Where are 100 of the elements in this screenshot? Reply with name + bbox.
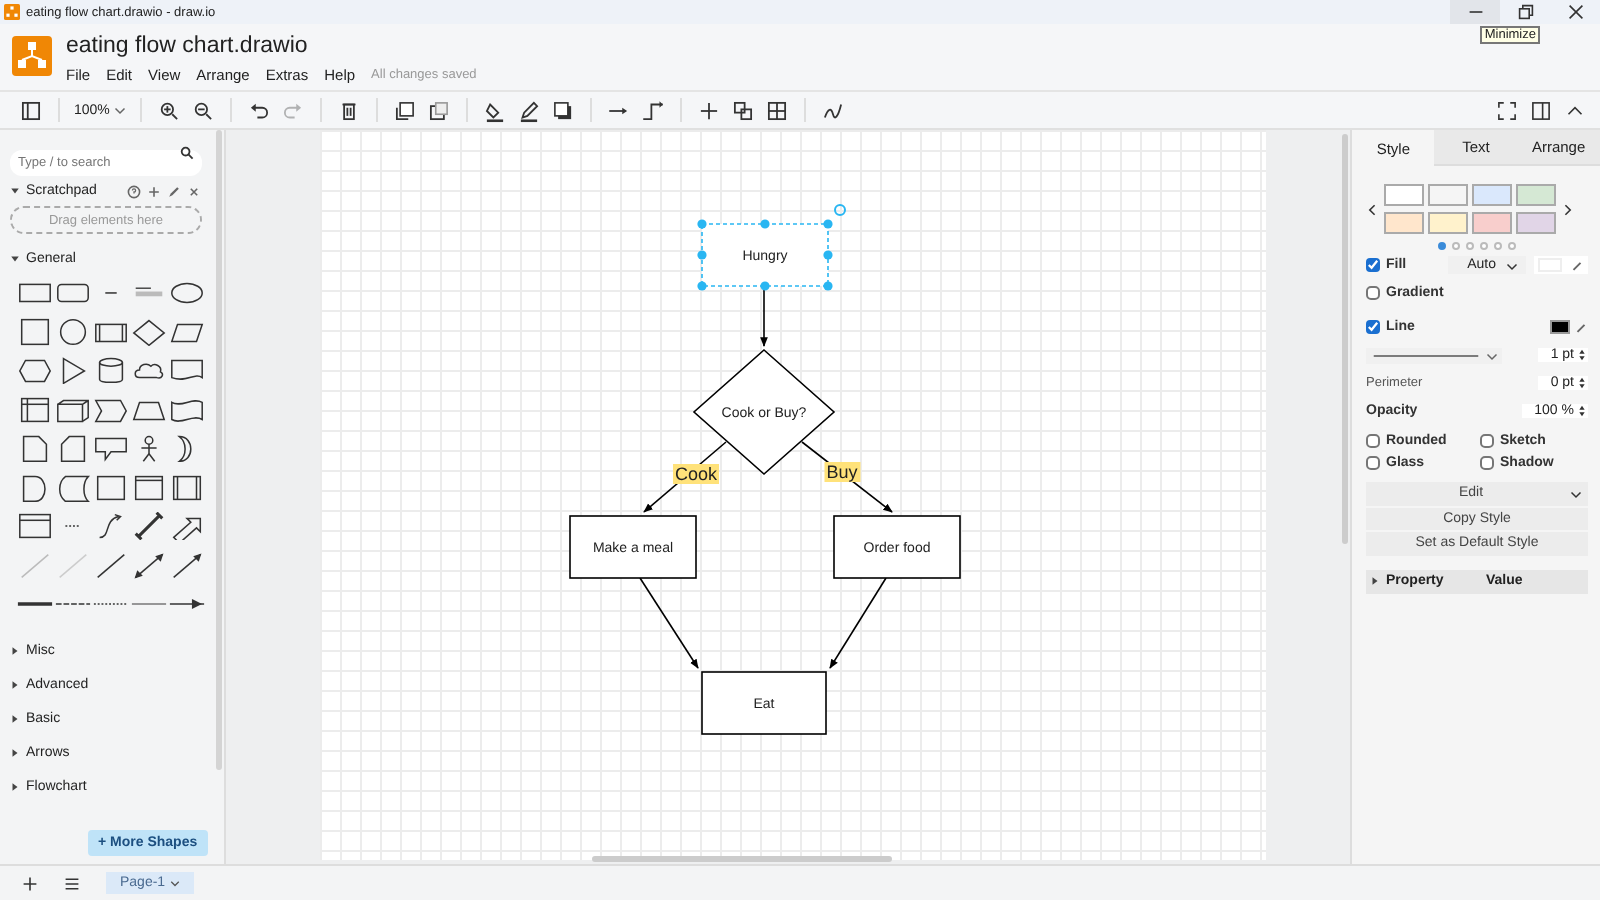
line-color-field[interactable] (1550, 320, 1570, 334)
chevron-left-icon[interactable] (1368, 201, 1378, 217)
callout-shape-icon[interactable] (92, 434, 130, 462)
help-icon[interactable] (126, 183, 142, 199)
table-icon[interactable] (763, 97, 790, 123)
step-shape-icon[interactable] (92, 395, 130, 423)
shadow-icon[interactable] (549, 97, 576, 123)
checkbox[interactable] (1366, 258, 1380, 272)
page-dot[interactable] (1493, 242, 1501, 250)
color-swatch[interactable] (1428, 184, 1468, 206)
double-arrow-shape-icon[interactable] (130, 512, 168, 540)
ellipse-shape-icon[interactable] (168, 278, 206, 306)
pencil-icon[interactable] (515, 97, 542, 123)
hexagon-shape-icon[interactable] (16, 356, 54, 384)
checkbox[interactable] (1480, 456, 1494, 470)
cube-shape-icon[interactable] (54, 395, 92, 423)
plus-icon[interactable] (695, 97, 722, 123)
fullscreen-icon[interactable] (1494, 97, 1520, 123)
checkbox[interactable] (1366, 434, 1380, 448)
diamond-shape-icon[interactable] (130, 317, 168, 345)
block-arrow-shape-icon[interactable] (168, 512, 206, 540)
close-icon (1567, 4, 1583, 20)
logo-icon (12, 36, 52, 76)
container-shape-icon[interactable] (92, 473, 130, 501)
caret-icon (1506, 259, 1518, 271)
document-shape-icon[interactable] (168, 356, 206, 384)
plus-icon[interactable] (22, 875, 38, 891)
process-node[interactable] (833, 515, 961, 579)
spinner-arrows-icon (1578, 404, 1586, 418)
caret-icon (1486, 349, 1498, 361)
list-shape-icon[interactable] (16, 512, 54, 540)
shapes-icon[interactable] (729, 97, 756, 123)
caret-icon (10, 254, 20, 264)
checkbox[interactable] (1366, 320, 1380, 334)
line-style-dropdown[interactable] (1366, 347, 1502, 363)
connector-arrow[interactable] (760, 285, 768, 347)
rectangle-shape-icon[interactable] (16, 278, 54, 306)
page-dot[interactable] (1437, 242, 1445, 250)
tape-shape-icon[interactable] (168, 395, 206, 423)
caret-icon (113, 104, 126, 116)
spinner-arrows-icon (1578, 376, 1586, 390)
caret-icon (1570, 487, 1582, 500)
selection-handles[interactable] (697, 204, 846, 291)
page-dot[interactable] (1451, 242, 1459, 250)
caret-icon (169, 878, 180, 888)
color-swatch[interactable] (1472, 184, 1512, 206)
color-swatch[interactable] (1384, 184, 1424, 206)
close-icon[interactable] (186, 183, 202, 199)
page-dot[interactable] (1479, 242, 1487, 250)
caret-icon (10, 186, 20, 196)
eyedropper-icon[interactable] (1570, 258, 1584, 272)
page-dot[interactable] (1465, 242, 1473, 250)
header-container-shape-icon[interactable] (130, 473, 168, 501)
checkbox[interactable] (1366, 286, 1380, 300)
caret-icon (10, 714, 20, 724)
line-style-preview-icon (1370, 349, 1482, 361)
file-name[interactable]: eating flow chart.drawio (66, 34, 477, 60)
pencil-icon[interactable] (1574, 320, 1588, 334)
menu-icon[interactable] (64, 875, 80, 891)
spinner-arrows-icon (1578, 348, 1586, 362)
color-swatch[interactable] (1516, 184, 1556, 206)
line-shape-icon[interactable] (92, 551, 130, 579)
sidebar-toggle-icon[interactable] (18, 97, 44, 123)
app-icon (4, 4, 20, 20)
caret-icon (10, 646, 20, 656)
square-shape-icon[interactable] (16, 317, 54, 345)
color-swatch[interactable] (1428, 212, 1468, 234)
zoom-out-icon[interactable] (189, 97, 216, 123)
stored-data-shape-icon[interactable] (54, 473, 92, 501)
caret-icon (1370, 576, 1380, 586)
zoom-in-icon[interactable] (155, 97, 182, 123)
to-front-icon[interactable] (391, 97, 418, 123)
page-dot[interactable] (1507, 242, 1515, 250)
edge-label[interactable]: Buy (824, 462, 860, 482)
checkbox[interactable] (1366, 456, 1380, 470)
connector-arrow[interactable] (639, 577, 699, 669)
directional-arrow-shape-icon[interactable] (168, 551, 206, 579)
waypoint-icon[interactable] (639, 97, 666, 123)
scrollbar[interactable] (592, 856, 892, 862)
caret-icon (10, 782, 20, 792)
color-swatch[interactable] (1472, 212, 1512, 234)
bidirectional-arrow-shape-icon[interactable] (130, 551, 168, 579)
lane-shape-icon[interactable] (168, 473, 206, 501)
internal-storage-shape-icon[interactable] (16, 395, 54, 423)
rounded-rectangle-shape-icon[interactable] (54, 278, 92, 306)
circle-shape-icon[interactable] (54, 317, 92, 345)
process-node[interactable] (701, 223, 829, 287)
color-swatch[interactable] (1516, 212, 1556, 234)
connector-arrow[interactable] (829, 577, 887, 669)
process-node[interactable] (569, 515, 697, 579)
format-panel-icon[interactable] (1528, 97, 1554, 123)
color-swatch[interactable] (1384, 212, 1424, 234)
pencil-icon[interactable] (166, 183, 182, 199)
process-node[interactable] (701, 671, 827, 735)
checkbox[interactable] (1480, 434, 1494, 448)
chevron-right-icon[interactable] (1562, 201, 1572, 217)
to-back-icon[interactable] (425, 97, 452, 123)
caret-icon (10, 680, 20, 690)
search-icon[interactable] (180, 146, 194, 160)
edge-label[interactable]: Cook (673, 464, 719, 484)
